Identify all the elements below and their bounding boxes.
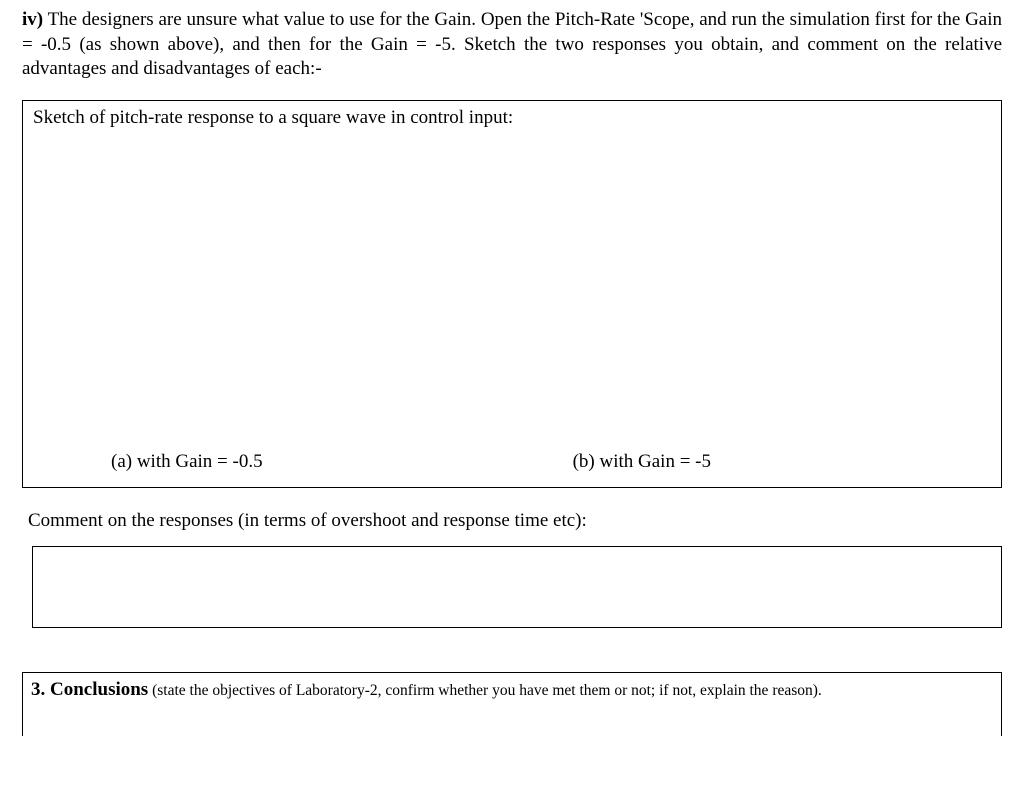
sketch-title: Sketch of pitch-rate response to a squar… — [33, 107, 991, 129]
sketch-box: Sketch of pitch-rate response to a squar… — [22, 100, 1002, 488]
sketch-label-b: (b) with Gain = -5 — [573, 451, 711, 473]
conclusions-box: 3. Conclusions (state the objectives of … — [22, 672, 1002, 736]
question-marker: iv) — [22, 9, 43, 30]
sketch-labels: (a) with Gain = -0.5 (b) with Gain = -5 — [23, 451, 1001, 473]
conclusions-paren: (state the objectives of Laboratory-2, c… — [148, 682, 822, 699]
conclusions-text: 3. Conclusions (state the objectives of … — [31, 679, 993, 701]
comment-box — [32, 546, 1002, 628]
question-body: The designers are unsure what value to u… — [22, 9, 1002, 79]
conclusions-heading: 3. Conclusions — [31, 679, 148, 700]
sketch-label-a: (a) with Gain = -0.5 — [111, 451, 263, 473]
question-text: iv) The designers are unsure what value … — [22, 8, 1002, 82]
comment-prompt: Comment on the responses (in terms of ov… — [28, 510, 1002, 532]
